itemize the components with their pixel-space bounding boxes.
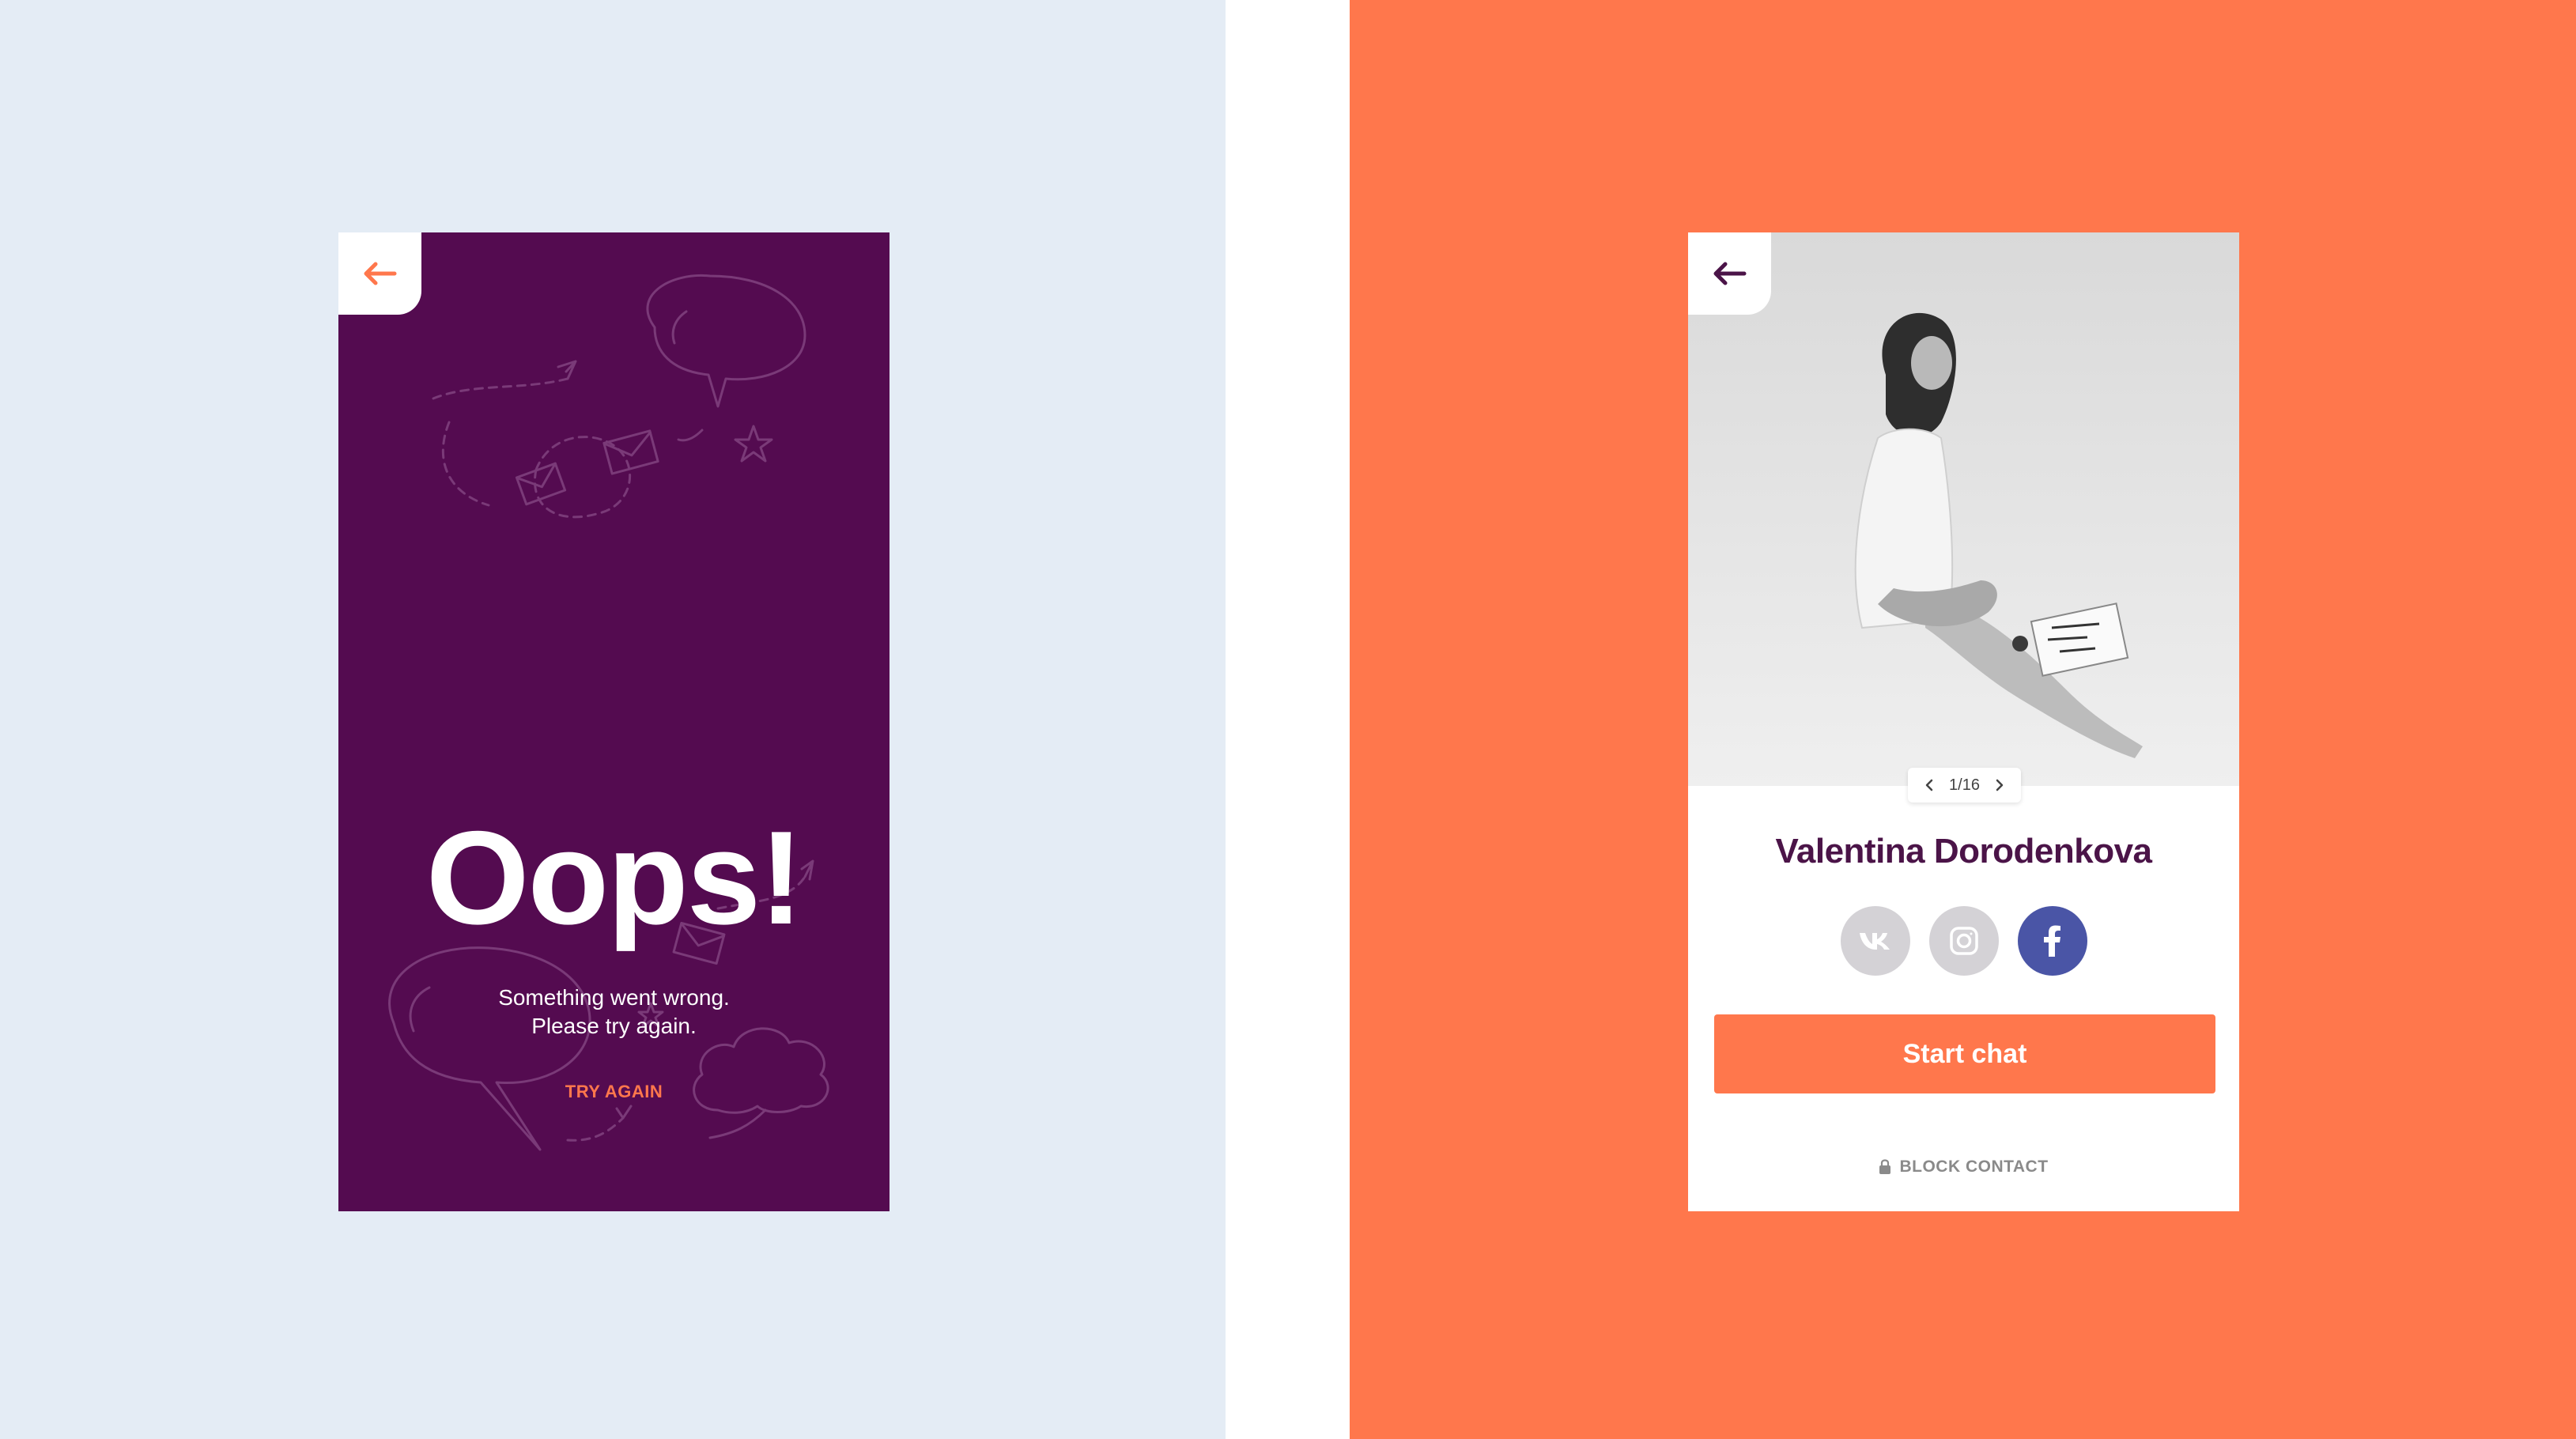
lock-icon (1879, 1159, 1891, 1174)
arrow-left-icon (1713, 262, 1746, 285)
try-again-link[interactable]: TRY AGAIN (338, 1082, 890, 1102)
profile-photo[interactable] (1688, 232, 2239, 786)
chevron-left-icon[interactable] (1919, 775, 1940, 795)
profile-screen: 1/16 Valentina Dorodenkova Start chat BL… (1688, 232, 2239, 1211)
doodle-decoration (388, 274, 829, 1151)
vk-button[interactable] (1840, 906, 1910, 976)
error-message-line-1: Something went wrong. (498, 985, 730, 1010)
instagram-icon (1949, 927, 1978, 955)
facebook-button[interactable] (2017, 906, 2087, 976)
error-message-line-2: Please try again. (531, 1014, 697, 1038)
error-title: Oops! (425, 803, 803, 952)
error-message: Something went wrong. Please try again. (338, 984, 890, 1041)
error-screen: Oops! Something went wrong. Please try a… (338, 232, 890, 1211)
vk-icon (1859, 933, 1890, 950)
profile-name: Valentina Dorodenkova (1775, 832, 2152, 871)
chevron-right-icon[interactable] (1989, 775, 2010, 795)
back-button[interactable] (338, 232, 421, 315)
arrow-left-icon (364, 262, 396, 285)
photo-pager: 1/16 (1908, 768, 2021, 803)
instagram-button[interactable] (1928, 906, 1999, 976)
block-contact-link[interactable]: BLOCK CONTACT (1688, 1158, 2239, 1177)
social-links (1688, 906, 2239, 976)
back-button[interactable] (1688, 232, 1771, 315)
block-contact-label: BLOCK CONTACT (1899, 1158, 2049, 1176)
photo-counter: 1/16 (1949, 776, 1980, 794)
facebook-icon (2043, 925, 2060, 957)
start-chat-button[interactable]: Start chat (1714, 1014, 2215, 1093)
